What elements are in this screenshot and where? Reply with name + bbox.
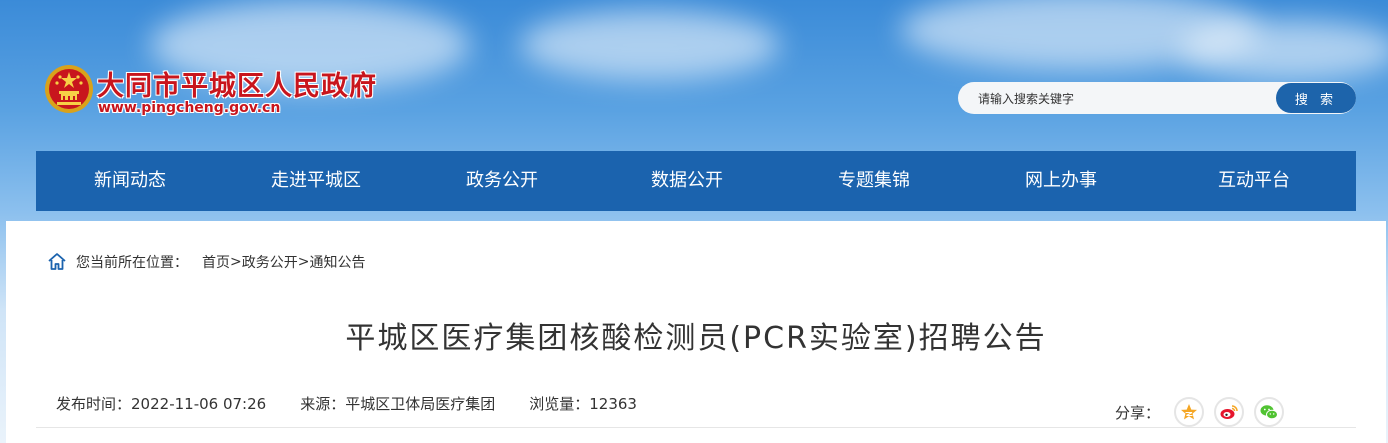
home-icon <box>48 253 66 270</box>
share-qzone-button[interactable] <box>1174 397 1205 427</box>
breadcrumb-separator: > <box>230 254 242 270</box>
breadcrumb: 您当前所在位置： 首页 > 政务公开 > 通知公告 <box>47 252 365 272</box>
article-meta: 发布时间：2022-11-06 07:26 来源：平城区卫体局医疗集团 浏览量：… <box>56 393 671 414</box>
nav-item-interaction[interactable]: 互动平台 <box>1152 151 1356 211</box>
publish-time: 发布时间：2022-11-06 07:26 <box>56 393 266 414</box>
view-count-value: 12363 <box>589 395 637 413</box>
breadcrumb-gov-affairs[interactable]: 政务公开 <box>242 252 298 272</box>
national-emblem-icon <box>45 65 93 113</box>
article-panel: 您当前所在位置： 首页 > 政务公开 > 通知公告 平城区医疗集团核酸检测员(P… <box>6 221 1386 443</box>
main-nav: 新闻动态 走进平城区 政务公开 数据公开 专题集锦 网上办事 互动平台 <box>36 151 1356 211</box>
search-button[interactable]: 搜 索 <box>1276 83 1356 113</box>
breadcrumb-separator: > <box>297 254 310 270</box>
divider <box>36 427 1356 428</box>
share-bar: 分享： <box>1115 397 1294 427</box>
source: 来源：平城区卫体局医疗集团 <box>300 393 495 414</box>
source-value: 平城区卫体局医疗集团 <box>345 395 496 413</box>
breadcrumb-prefix: 您当前所在位置： <box>76 255 188 271</box>
view-count: 浏览量：12363 <box>529 393 637 414</box>
share-label: 分享： <box>1115 403 1161 422</box>
publish-time-label: 发布时间： <box>56 395 132 413</box>
publish-time-value: 2022-11-06 07:26 <box>131 395 267 413</box>
site-header: 大同市平城区人民政府 www.pingcheng.gov.cn 搜 索 <box>0 0 1388 150</box>
search-input[interactable] <box>976 86 1270 112</box>
share-weibo-button[interactable] <box>1214 397 1245 427</box>
search-box: 搜 索 <box>958 82 1356 114</box>
source-label: 来源： <box>300 395 346 413</box>
nav-item-data[interactable]: 数据公开 <box>596 151 778 211</box>
article-title: 平城区医疗集团核酸检测员(PCR实验室)招聘公告 <box>345 321 1047 356</box>
site-title[interactable]: 大同市平城区人民政府 <box>97 64 377 103</box>
nav-item-gov-affairs[interactable]: 政务公开 <box>408 151 596 211</box>
breadcrumb-notices[interactable]: 通知公告 <box>309 252 365 272</box>
share-wechat-button[interactable] <box>1254 397 1285 427</box>
nav-item-topics[interactable]: 专题集锦 <box>778 151 970 211</box>
view-count-label: 浏览量： <box>529 395 590 413</box>
nav-item-about[interactable]: 走进平城区 <box>224 151 408 211</box>
qzone-icon <box>1181 404 1198 420</box>
wechat-icon <box>1260 405 1279 420</box>
breadcrumb-home[interactable]: 首页 <box>202 252 230 272</box>
nav-item-news[interactable]: 新闻动态 <box>36 151 224 211</box>
weibo-icon <box>1220 405 1238 419</box>
nav-item-online-services[interactable]: 网上办事 <box>970 151 1152 211</box>
site-url[interactable]: www.pingcheng.gov.cn <box>98 100 280 116</box>
